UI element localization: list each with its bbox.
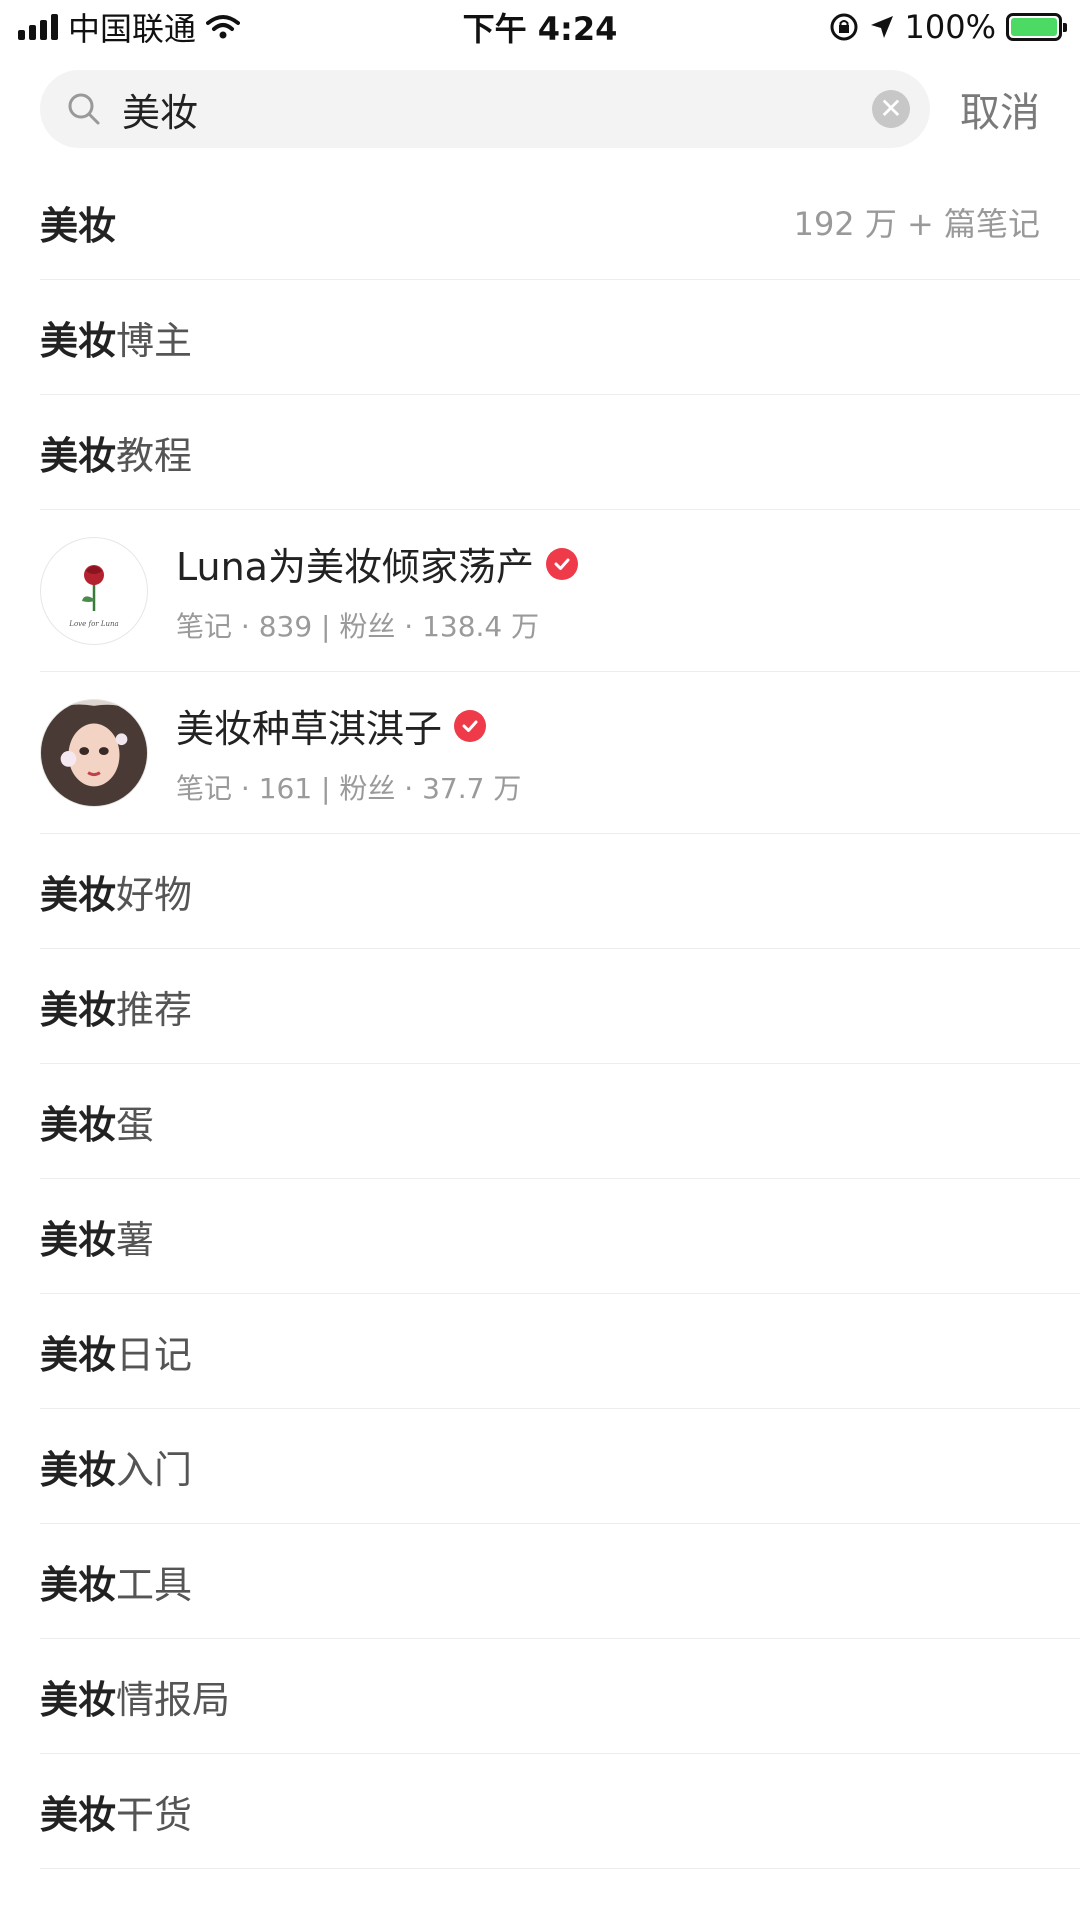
suggestion-suffix: 入门 bbox=[116, 1447, 193, 1492]
avatar: Love for Luna bbox=[40, 536, 148, 645]
portrait-avatar-icon bbox=[41, 699, 147, 806]
user-info: 美妆种草淇淇子 笔记 · 161 | 粉丝 · 37.7 万 bbox=[176, 698, 521, 807]
suggestion-list: 美妆 192 万 + 篇笔记 美妆 博主 美妆 教程 Love for Luna… bbox=[40, 165, 1080, 1869]
suggestion-suffix: 博主 bbox=[116, 318, 193, 363]
suggestion-keyword: 美妆 bbox=[40, 203, 117, 248]
suggestion-suffix: 推荐 bbox=[116, 987, 193, 1032]
status-right: 100% bbox=[829, 8, 1080, 46]
user-stats: 笔记 · 839 | 粉丝 · 138.4 万 bbox=[176, 610, 540, 643]
suggestion-suffix: 好物 bbox=[116, 872, 193, 917]
orientation-lock-icon bbox=[830, 13, 858, 41]
suggestion-suffix: 干货 bbox=[116, 1792, 193, 1837]
suggestion-suffix: 薯 bbox=[116, 1217, 155, 1262]
search-row: ✕ 取消 bbox=[40, 70, 1040, 148]
suggestion-item[interactable]: 美妆 博主 bbox=[40, 280, 1080, 395]
user-result[interactable]: Love for Luna Luna为美妆倾家荡产 笔记 · 839 | 粉丝 … bbox=[40, 510, 1080, 672]
suggestion-suffix: 情报局 bbox=[116, 1677, 231, 1722]
suggestion-keyword: 美妆 bbox=[40, 1447, 117, 1492]
cancel-button[interactable]: 取消 bbox=[960, 80, 1040, 138]
clear-icon[interactable]: ✕ bbox=[872, 90, 910, 128]
svg-text:Love for Luna: Love for Luna bbox=[68, 620, 118, 628]
suggestion-keyword: 美妆 bbox=[40, 872, 117, 917]
rose-logo-icon: Love for Luna bbox=[68, 564, 119, 628]
suggestion-keyword: 美妆 bbox=[40, 433, 117, 478]
verified-icon bbox=[454, 709, 487, 742]
suggestion-keyword: 美妆 bbox=[40, 1792, 117, 1837]
suggestion-item[interactable]: 美妆 日记 bbox=[40, 1294, 1080, 1409]
search-icon bbox=[68, 93, 100, 125]
battery-percent: 100% bbox=[904, 8, 996, 46]
carrier: 中国联通 bbox=[68, 10, 197, 48]
user-name: 美妆种草淇淇子 bbox=[176, 707, 443, 751]
suggestion-item[interactable]: 美妆 推荐 bbox=[40, 949, 1080, 1064]
suggestion-suffix: 日记 bbox=[116, 1332, 193, 1377]
suggestion-keyword: 美妆 bbox=[40, 318, 117, 363]
suggestion-item[interactable]: 美妆 入门 bbox=[40, 1409, 1080, 1524]
battery-icon bbox=[1006, 13, 1067, 41]
verified-icon bbox=[545, 547, 578, 580]
signal-icon bbox=[18, 14, 58, 40]
avatar bbox=[40, 698, 148, 807]
suggestion-keyword: 美妆 bbox=[40, 1102, 117, 1147]
suggestion-suffix: 工具 bbox=[116, 1562, 193, 1607]
search-input[interactable] bbox=[120, 86, 872, 132]
search-box[interactable]: ✕ bbox=[40, 70, 930, 148]
suggestion-keyword: 美妆 bbox=[40, 1332, 117, 1377]
user-info: Luna为美妆倾家荡产 笔记 · 839 | 粉丝 · 138.4 万 bbox=[176, 536, 578, 645]
suggestion-suffix: 蛋 bbox=[116, 1102, 155, 1147]
suggestion-item[interactable]: 美妆 工具 bbox=[40, 1524, 1080, 1639]
suggestion-keyword: 美妆 bbox=[40, 1217, 117, 1262]
suggestion-keyword: 美妆 bbox=[40, 987, 117, 1032]
status-left: 中国联通 bbox=[0, 4, 241, 50]
user-name: Luna为美妆倾家荡产 bbox=[176, 545, 534, 589]
suggestion-item[interactable]: 美妆 教程 bbox=[40, 395, 1080, 510]
suggestion-keyword: 美妆 bbox=[40, 1562, 117, 1607]
location-arrow-icon bbox=[870, 16, 893, 38]
suggestion-item[interactable]: 美妆 薯 bbox=[40, 1179, 1080, 1294]
suggestion-suffix: 教程 bbox=[116, 433, 193, 478]
suggestion-item[interactable]: 美妆 192 万 + 篇笔记 bbox=[40, 165, 1080, 280]
suggestion-keyword: 美妆 bbox=[40, 1677, 117, 1722]
suggestion-item[interactable]: 美妆 情报局 bbox=[40, 1639, 1080, 1754]
user-result[interactable]: 美妆种草淇淇子 笔记 · 161 | 粉丝 · 37.7 万 bbox=[40, 672, 1080, 834]
suggestion-item[interactable]: 美妆 干货 bbox=[40, 1754, 1080, 1869]
note-count: 192 万 + 篇笔记 bbox=[793, 205, 1040, 243]
wifi-icon bbox=[206, 15, 241, 39]
status-bar: 中国联通 下午 4:24 100% bbox=[0, 0, 1080, 54]
suggestion-item[interactable]: 美妆 好物 bbox=[40, 834, 1080, 949]
suggestion-item[interactable]: 美妆 蛋 bbox=[40, 1064, 1080, 1179]
user-stats: 笔记 · 161 | 粉丝 · 37.7 万 bbox=[176, 772, 522, 805]
